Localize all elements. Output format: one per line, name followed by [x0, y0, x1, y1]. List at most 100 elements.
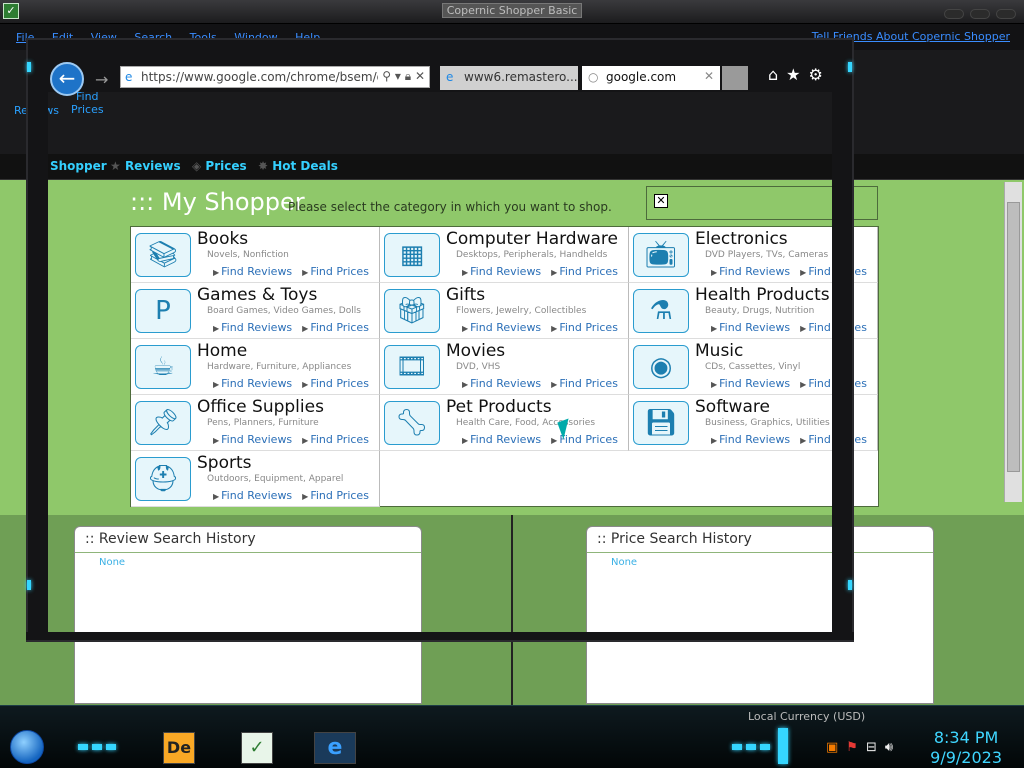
category-name[interactable]: Health Products [695, 285, 830, 305]
taskbar-app-ie[interactable]: e [314, 732, 356, 764]
pushpin-icon[interactable]: 📌︎ [135, 401, 191, 445]
lock-icon[interactable]: 🔒︎ [405, 69, 411, 83]
currency-label: Local Currency (USD) [748, 710, 866, 723]
find-reviews-link[interactable]: ▶ Find Reviews [462, 265, 541, 278]
star-icon: ★ [110, 159, 125, 173]
clock[interactable]: 8:34 PM 9/9/2023 [930, 728, 1002, 768]
find-prices-label: Find Prices [559, 265, 618, 278]
find-prices-label: Find Prices [310, 321, 369, 334]
category-name[interactable]: Music [695, 341, 743, 361]
volume-slider[interactable] [778, 728, 788, 764]
find-reviews-link[interactable]: ▶ Find Reviews [462, 321, 541, 334]
content-scrollbar[interactable] [1004, 182, 1022, 502]
category-name[interactable]: Computer Hardware [446, 229, 618, 249]
ie-frame-bottom [26, 632, 854, 642]
arrow-right-icon: ▶ [711, 436, 718, 445]
football-helmet-icon[interactable]: ⛑ [135, 457, 191, 501]
find-prices-link[interactable]: ▶Find Prices [302, 377, 369, 390]
toolbar-prices-label[interactable]: Prices [71, 103, 104, 116]
tab-google[interactable]: ○ google.com ✕ [582, 66, 720, 90]
favorites-star-icon[interactable]: ★ [786, 65, 800, 84]
category-name[interactable]: Sports [197, 453, 252, 473]
speaker-icon[interactable]: 🔊︎ [885, 740, 893, 755]
toy-block-icon[interactable]: P [135, 289, 191, 333]
new-tab-button[interactable] [722, 66, 748, 90]
find-reviews-link[interactable]: ▶ Find Reviews [213, 433, 292, 446]
nav-shopper[interactable]: Shopper [50, 159, 107, 173]
category-name[interactable]: Software [695, 397, 770, 417]
find-reviews-link[interactable]: ▶ Find Reviews [213, 489, 292, 502]
taskbar-app-shopper[interactable]: ✓ [241, 732, 273, 764]
category-name[interactable]: Gifts [446, 285, 485, 305]
find-reviews-link[interactable]: ▶ Find Reviews [213, 265, 292, 278]
network-icon[interactable]: ⊟ [866, 740, 877, 755]
category-name[interactable]: Pet Products [446, 397, 552, 417]
flag-icon[interactable]: ⚑ [846, 740, 858, 755]
find-reviews-label: Find Reviews [470, 377, 542, 390]
dog-bone-icon[interactable]: 🦴︎ [384, 401, 440, 445]
books-icon[interactable]: 📚︎ [135, 233, 191, 277]
category-name[interactable]: Home [197, 341, 247, 361]
find-prices-link[interactable]: ▶Find Prices [551, 321, 618, 334]
taskbar-app-de[interactable]: De [163, 732, 195, 764]
stop-icon[interactable]: ✕ [415, 69, 425, 83]
minimize-button[interactable] [944, 9, 964, 19]
nav-hot-deals-label: Hot Deals [272, 159, 338, 173]
arrow-right-icon: ▶ [551, 436, 558, 445]
category-name[interactable]: Electronics [695, 229, 788, 249]
forward-button[interactable]: → [95, 70, 108, 89]
close-icon[interactable]: ✕ [654, 194, 668, 208]
circuit-board-icon[interactable]: ▦ [384, 233, 440, 277]
nav-reviews[interactable]: ★ Reviews [110, 159, 181, 173]
film-reel-icon[interactable]: 🎞︎ [384, 345, 440, 389]
find-prices-link[interactable]: ▶Find Prices [551, 377, 618, 390]
window-controls [938, 4, 1016, 23]
find-reviews-link[interactable]: ▶ Find Reviews [711, 265, 790, 278]
find-reviews-link[interactable]: ▶ Find Reviews [711, 377, 790, 390]
medicine-bottle-icon[interactable]: ⚗ [633, 289, 689, 333]
category-description: DVD Players, TVs, Cameras [705, 250, 829, 260]
find-reviews-link[interactable]: ▶ Find Reviews [213, 321, 292, 334]
gift-box-icon[interactable]: 🎁︎ [384, 289, 440, 333]
find-prices-link[interactable]: ▶Find Prices [302, 265, 369, 278]
category-home: ☕︎ Home Hardware, Furniture, Appliances ▶ Fi… [131, 339, 380, 395]
nav-hot-deals[interactable]: ✸ Hot Deals [258, 159, 338, 173]
find-reviews-link[interactable]: ▶ Find Reviews [711, 433, 790, 446]
start-button[interactable] [10, 730, 44, 764]
search-icon[interactable]: ⚲ [382, 69, 391, 83]
find-prices-link[interactable]: ▶Find Prices [551, 265, 618, 278]
arrow-right-icon: ▶ [213, 268, 220, 277]
category-name[interactable]: Movies [446, 341, 505, 361]
find-prices-link[interactable]: ▶Find Prices [302, 321, 369, 334]
compact-disc-icon[interactable]: ◉ [633, 345, 689, 389]
category-description: Health Care, Food, Accessories [456, 418, 596, 428]
scrollbar-thumb[interactable] [1007, 202, 1020, 472]
gear-icon[interactable]: ⚙ [809, 65, 823, 84]
tab-remastero[interactable]: e www6.remastero... [440, 66, 578, 90]
find-prices-link[interactable]: ▶Find Prices [302, 489, 369, 502]
find-reviews-label: Find Reviews [719, 377, 791, 390]
close-window-button[interactable] [996, 9, 1016, 19]
floppy-disk-icon[interactable]: 💾︎ [633, 401, 689, 445]
find-reviews-link[interactable]: ▶ Find Reviews [213, 377, 292, 390]
find-reviews-link[interactable]: ▶ Find Reviews [462, 377, 541, 390]
home-icon[interactable]: ⌂ [768, 65, 778, 84]
television-icon[interactable]: 📺︎ [633, 233, 689, 277]
nav-prices[interactable]: ◈ Prices [192, 159, 247, 173]
address-bar[interactable]: e https://www.google.com/chrome/bsem/do … [120, 66, 430, 88]
category-name[interactable]: Office Supplies [197, 397, 324, 417]
arrow-right-icon: ▶ [551, 268, 558, 277]
find-reviews-link[interactable]: ▶ Find Reviews [462, 433, 541, 446]
back-button[interactable]: ← [50, 62, 84, 96]
tab-close-icon[interactable]: ✕ [704, 69, 714, 83]
arrow-right-icon: → [95, 70, 109, 89]
arrow-right-icon: ▶ [462, 380, 469, 389]
page-subtitle: Please select the category in which you … [288, 200, 612, 214]
app-tray-icon[interactable]: ▣ [826, 740, 838, 755]
find-reviews-link[interactable]: ▶ Find Reviews [711, 321, 790, 334]
teacup-icon[interactable]: ☕︎ [135, 345, 191, 389]
find-prices-link[interactable]: ▶Find Prices [302, 433, 369, 446]
category-name[interactable]: Books [197, 229, 248, 249]
maximize-button[interactable] [970, 9, 990, 19]
category-name[interactable]: Games & Toys [197, 285, 317, 305]
